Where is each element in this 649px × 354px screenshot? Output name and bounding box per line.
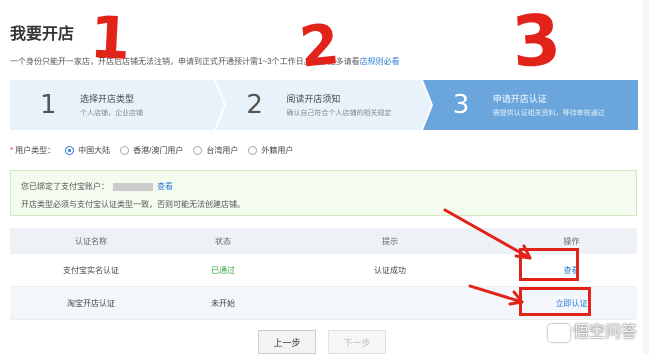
radio-label: 外籍用户: [261, 146, 294, 155]
cell-status: 已通过: [172, 254, 274, 287]
radio-mainland[interactable]: 中国大陆: [65, 145, 110, 156]
cell-hint: [274, 286, 506, 320]
type-warning: 开店类型必须与支付宝认证类型一致，否则可能无法创建店铺。: [21, 200, 245, 209]
step-3-desc: 需提供认证相关资料，等待审核通过: [492, 110, 605, 117]
step-arrow: [420, 80, 431, 130]
col-header-hint: 提示: [274, 228, 506, 254]
radio-dot-icon: [65, 146, 75, 155]
step-2-desc: 确认自己符合个人店铺的相关规定: [286, 110, 392, 117]
col-header-status: 状态: [172, 228, 274, 254]
radio-foreign[interactable]: 外籍用户: [248, 145, 293, 156]
step-2: 2 阅读开店须知 确认自己符合个人店铺的相关规定: [216, 80, 433, 130]
scrollbar[interactable]: [643, 0, 649, 354]
masked-account: [113, 182, 153, 191]
step-1-number: 1: [40, 90, 57, 120]
step-1-desc: 个人店铺，企业店铺: [80, 110, 143, 117]
chat-bubble-icon: [548, 323, 570, 342]
page: 我要开店 一个身份只能开一家店，开店后店铺无法注销，申请到正式开通预计需1~3个…: [0, 0, 649, 354]
cell-hint: 认证成功: [274, 254, 506, 287]
radio-label: 香港/澳门用户: [133, 146, 184, 155]
annotation-box-start: [519, 287, 591, 316]
step-3-active: 3 申请开店认证 需提供认证相关资料，等待审核通过: [422, 80, 638, 130]
step-arrow: [214, 80, 225, 130]
step-3-title: 申请开店认证: [492, 94, 547, 104]
step-2-number: 2: [246, 90, 263, 120]
step-2-title: 阅读开店须知: [286, 94, 341, 104]
user-type-label: 用户类型：: [15, 146, 56, 155]
next-step-button[interactable]: 下一步: [328, 330, 386, 354]
alipay-info-box: 您已绑定了支付宝账户： 查看 开店类型必须与支付宝认证类型一致，否则可能无法创建店…: [10, 170, 637, 216]
notice-body: 一个身份只能开一家店，开店后店铺无法注销，申请到正式开通预计需1~3个工作日。了…: [10, 57, 360, 66]
annotation-mark-2: 2: [296, 12, 343, 81]
bound-account-text: 您已绑定了支付宝账户：: [21, 182, 109, 191]
radio-label: 中国大陆: [78, 146, 111, 155]
annotation-mark-3: 3: [509, 0, 564, 84]
radio-label: 台湾用户: [206, 146, 239, 155]
rules-link[interactable]: 店规则必看: [360, 57, 400, 66]
cell-name: 淘宝开店认证: [10, 286, 172, 320]
radio-hk-macau[interactable]: 香港/澳门用户: [120, 145, 183, 156]
radio-dot-icon: [248, 146, 258, 155]
bound-account-line: 您已绑定了支付宝账户： 查看: [21, 181, 173, 192]
step-1: 1 选择开店类型 个人店铺，企业店铺: [10, 80, 227, 130]
watermark: 悟空问答: [548, 318, 637, 342]
col-header-name: 认证名称: [10, 228, 172, 254]
cell-status: 未开始: [172, 286, 274, 320]
notice-text: 一个身份只能开一家店，开店后店铺无法注销，申请到正式开通预计需1~3个工作日。了…: [10, 56, 400, 67]
step-3-number: 3: [452, 90, 470, 120]
radio-taiwan[interactable]: 台湾用户: [193, 145, 238, 156]
required-mark: *: [10, 146, 14, 155]
watermark-text: 悟空问答: [573, 324, 638, 341]
step-1-title: 选择开店类型: [80, 94, 135, 104]
view-account-link[interactable]: 查看: [157, 182, 173, 191]
radio-dot-icon: [193, 146, 203, 155]
page-title: 我要开店: [10, 26, 75, 43]
annotation-box-view: [519, 248, 579, 281]
radio-dot-icon: [120, 146, 130, 155]
step-indicator: 1 选择开店类型 个人店铺，企业店铺 2 阅读开店须知 确认自己符合个人店铺的相…: [10, 80, 638, 130]
cell-name: 支付宝实名认证: [10, 254, 172, 287]
prev-step-button[interactable]: 上一步: [258, 330, 316, 354]
user-type-group: * 用户类型： 中国大陆 香港/澳门用户 台湾用户 外籍用户: [10, 145, 293, 156]
